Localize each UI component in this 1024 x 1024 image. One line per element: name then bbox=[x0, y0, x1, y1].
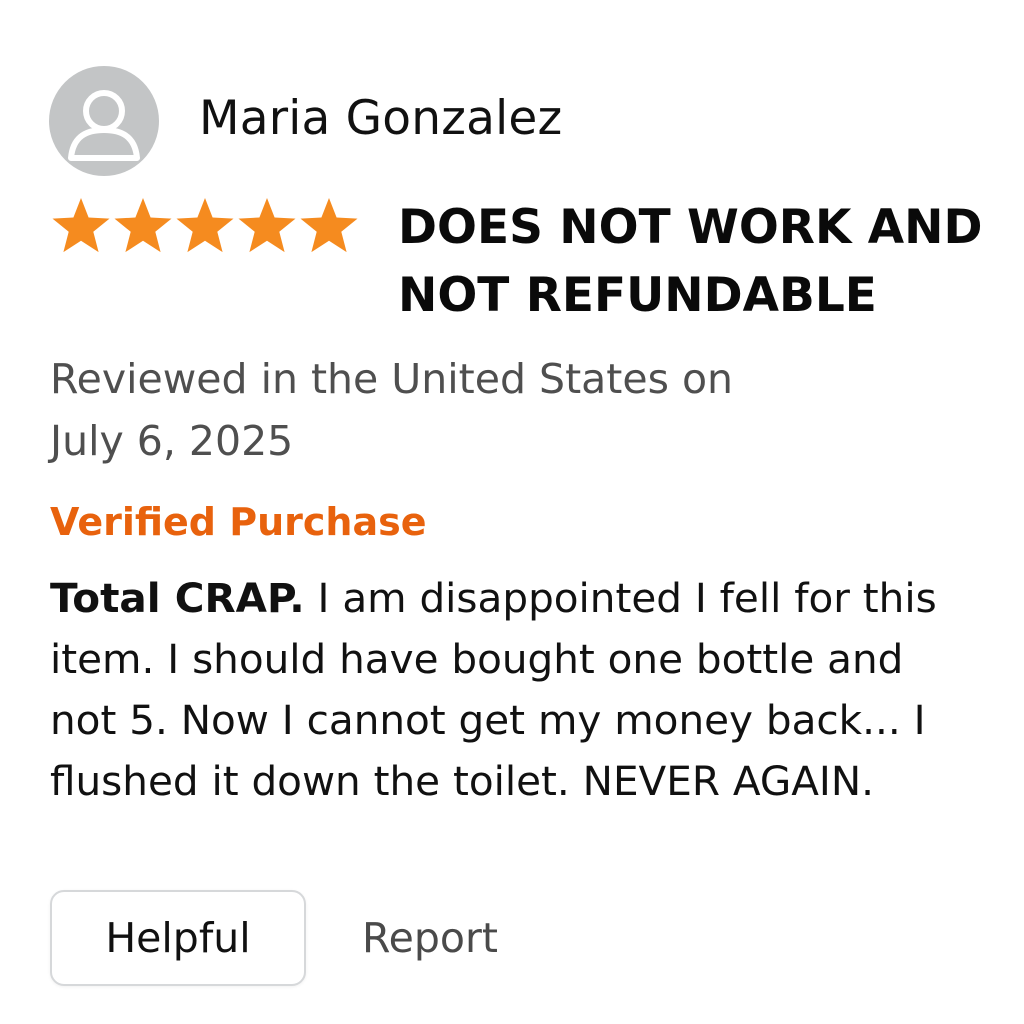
default-user-icon bbox=[68, 90, 140, 161]
review-card: Maria Gonzalez DOES NOT WORK AND NOT REF… bbox=[0, 0, 1024, 1024]
review-body: Total CRAP. I am disappointed I fell for… bbox=[50, 568, 980, 812]
review-title-line: NOT REFUNDABLE bbox=[398, 268, 877, 323]
star-icon bbox=[52, 198, 110, 253]
review-date: Reviewed in the United States on July 6,… bbox=[50, 348, 810, 472]
star-icon bbox=[238, 198, 296, 253]
star-rating bbox=[50, 196, 360, 256]
reviewer-profile: Maria Gonzalez bbox=[49, 66, 562, 176]
review-date-value: July 6, 2025 bbox=[50, 417, 294, 465]
star-icon bbox=[114, 198, 172, 253]
review-title: DOES NOT WORK AND NOT REFUNDABLE bbox=[398, 194, 990, 330]
review-body-lead: Total CRAP. bbox=[50, 574, 305, 622]
star-icon bbox=[300, 198, 358, 253]
avatar[interactable] bbox=[49, 66, 159, 176]
verified-purchase-badge: Verified Purchase bbox=[50, 500, 427, 544]
review-actions: Helpful Report bbox=[50, 890, 498, 986]
report-link[interactable]: Report bbox=[362, 914, 498, 962]
reviewer-name[interactable]: Maria Gonzalez bbox=[199, 91, 562, 146]
star-icon bbox=[176, 198, 234, 253]
review-location: Reviewed in the United States on bbox=[50, 355, 734, 403]
review-title-line: DOES NOT WORK AND bbox=[398, 200, 983, 255]
helpful-button[interactable]: Helpful bbox=[50, 890, 306, 986]
rating-row: DOES NOT WORK AND NOT REFUNDABLE bbox=[50, 196, 990, 330]
